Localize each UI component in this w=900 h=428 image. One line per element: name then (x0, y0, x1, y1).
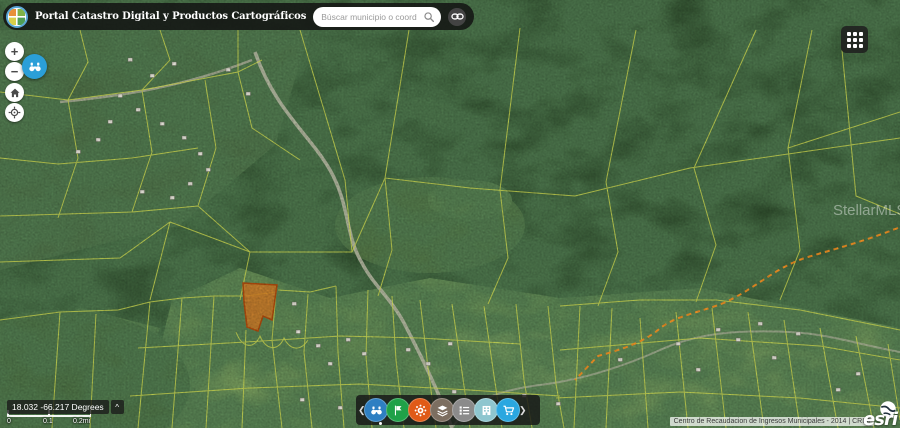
explore-tool-button[interactable] (364, 398, 388, 422)
scale-tick-max: 0.2mi (73, 418, 90, 425)
legend-list-icon (458, 404, 471, 417)
cart-tool-button[interactable] (496, 398, 520, 422)
app-grid-icon (847, 32, 863, 48)
scale-tick-mid: 0.1 (43, 418, 53, 425)
search-input[interactable] (319, 11, 419, 23)
header-bar: Portal Catastro Digital y Productos Cart… (3, 3, 474, 30)
home-extent-button[interactable] (5, 83, 24, 102)
toolbar-next-button[interactable]: ❯ (519, 405, 526, 416)
toolbar-page-indicator (379, 422, 382, 425)
gear-badge-icon (414, 404, 427, 417)
stellar-mls-watermark: StellarMLS (833, 202, 900, 219)
layers-stack-icon (436, 404, 449, 417)
layers-tool-button[interactable] (430, 398, 454, 422)
page-title: Portal Catastro Digital y Productos Cart… (35, 11, 306, 22)
portal-logo-icon (6, 6, 28, 28)
flag-icon (392, 404, 405, 417)
zoom-in-button[interactable]: + (5, 42, 24, 61)
coordinate-expand-button[interactable]: ^ (111, 400, 124, 414)
share-link-button[interactable] (448, 8, 466, 26)
cursor-coordinates: 18.032 -66.217 Degrees (7, 400, 109, 414)
street-viewer-button[interactable] (22, 54, 47, 79)
scale-tick-0: 0 (7, 418, 11, 425)
binoculars-icon (28, 60, 42, 74)
search-icon[interactable] (423, 11, 435, 23)
map-viewport[interactable]: Portal Catastro Digital y Productos Cart… (0, 0, 900, 428)
satellite-map[interactable] (0, 0, 900, 428)
search-box (313, 7, 441, 27)
crosshair-target-icon (8, 106, 21, 119)
coordinate-widget: 18.032 -66.217 Degrees ^ (7, 400, 124, 414)
widget-toolbar: ❮ (356, 395, 540, 425)
services-tool-button[interactable] (408, 398, 432, 422)
shopping-cart-icon (502, 404, 515, 417)
scale-bar: 0 0.1 0.2mi (7, 413, 93, 427)
buildings-tool-button[interactable] (474, 398, 498, 422)
home-icon (9, 87, 21, 99)
flag-tool-button[interactable] (386, 398, 410, 422)
legend-tool-button[interactable] (452, 398, 476, 422)
building-icon (480, 404, 493, 417)
link-chain-icon (451, 10, 464, 23)
esri-wordmark: esri (863, 409, 897, 428)
map-attribution: Centro de Recaudacion de Ingresos Munici… (670, 417, 874, 426)
apps-menu-button[interactable] (841, 26, 868, 53)
esri-logo: esri (851, 400, 897, 428)
binoculars-icon (370, 404, 383, 417)
locate-me-button[interactable] (5, 103, 24, 122)
